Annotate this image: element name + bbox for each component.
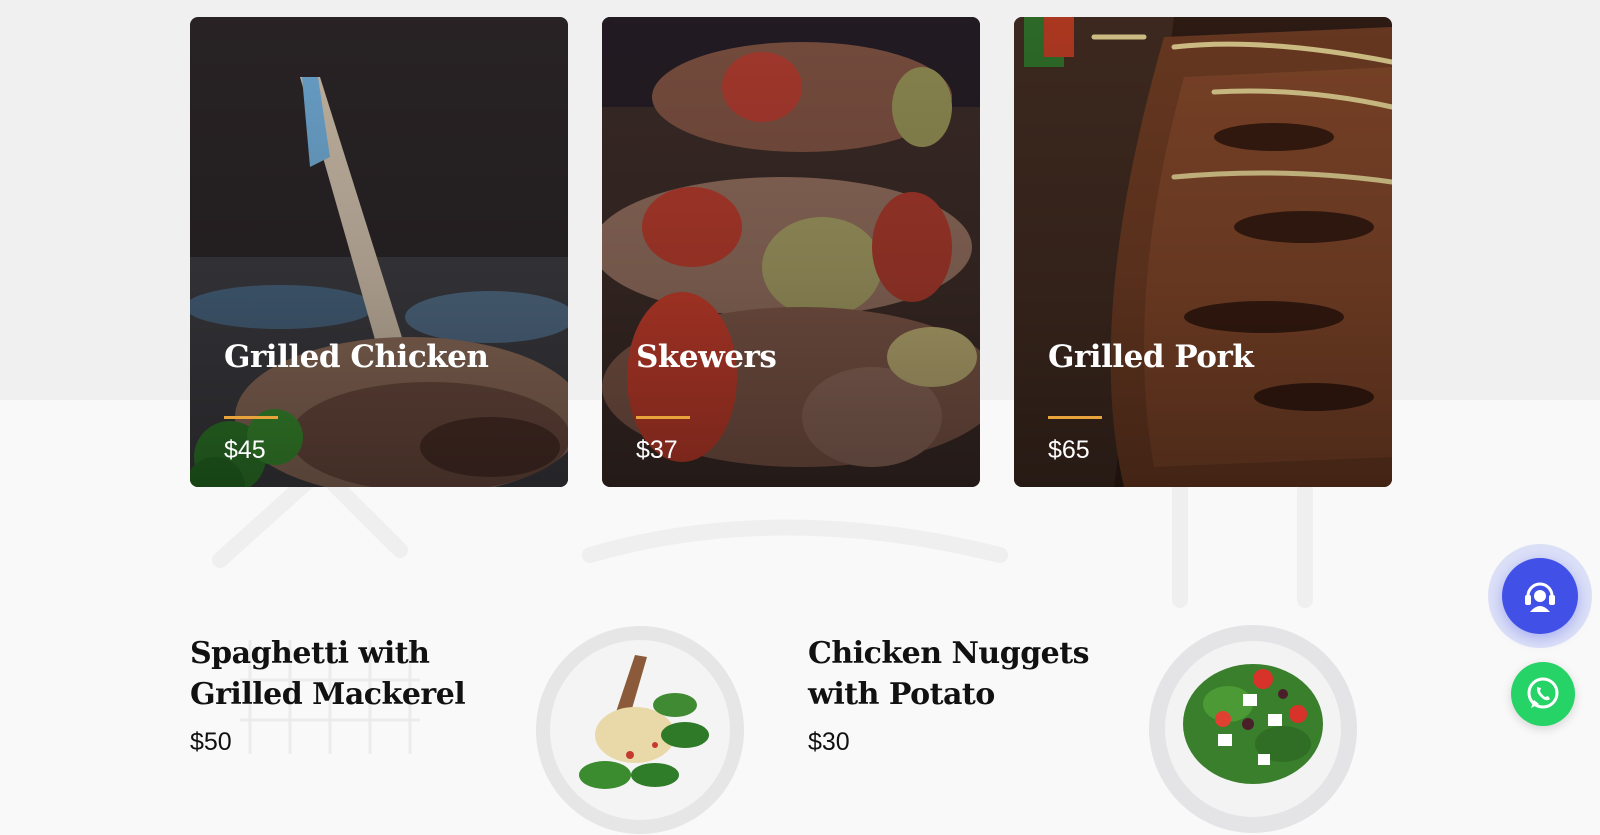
featured-card-grilled-chicken[interactable]: Grilled Chicken $45 [190, 17, 568, 487]
menu-item-title-line: Spaghetti with [190, 636, 430, 671]
menu-item-title-line: Chicken Nuggets [808, 636, 1090, 671]
menu-item-title: Spaghetti with Grilled Mackerel [190, 633, 466, 715]
menu-item-title: Chicken Nuggets with Potato [808, 633, 1090, 715]
featured-price: $65 [1048, 436, 1090, 464]
accent-divider [636, 416, 690, 419]
menu-item-title-line: with Potato [808, 677, 995, 712]
menu-item-title-line: Grilled Mackerel [190, 677, 466, 712]
featured-card-grilled-pork[interactable]: Grilled Pork $65 [1014, 17, 1392, 487]
salad-plate-image[interactable] [1148, 624, 1358, 834]
headset-support-icon [1525, 582, 1555, 612]
spaghetti-plate-image[interactable] [535, 625, 745, 835]
featured-title: Grilled Chicken [224, 339, 489, 375]
accent-divider [224, 416, 278, 419]
whatsapp-icon [1527, 677, 1559, 709]
accent-divider [1048, 416, 1102, 419]
featured-title: Grilled Pork [1048, 339, 1254, 375]
support-chat-button[interactable] [1502, 558, 1578, 634]
featured-price: $37 [636, 436, 678, 464]
whatsapp-button[interactable] [1511, 662, 1575, 726]
menu-item-price: $50 [190, 728, 232, 756]
featured-card-skewers[interactable]: Skewers $37 [602, 17, 980, 487]
menu-item-price: $30 [808, 728, 850, 756]
featured-title: Skewers [636, 339, 777, 375]
featured-price: $45 [224, 436, 266, 464]
